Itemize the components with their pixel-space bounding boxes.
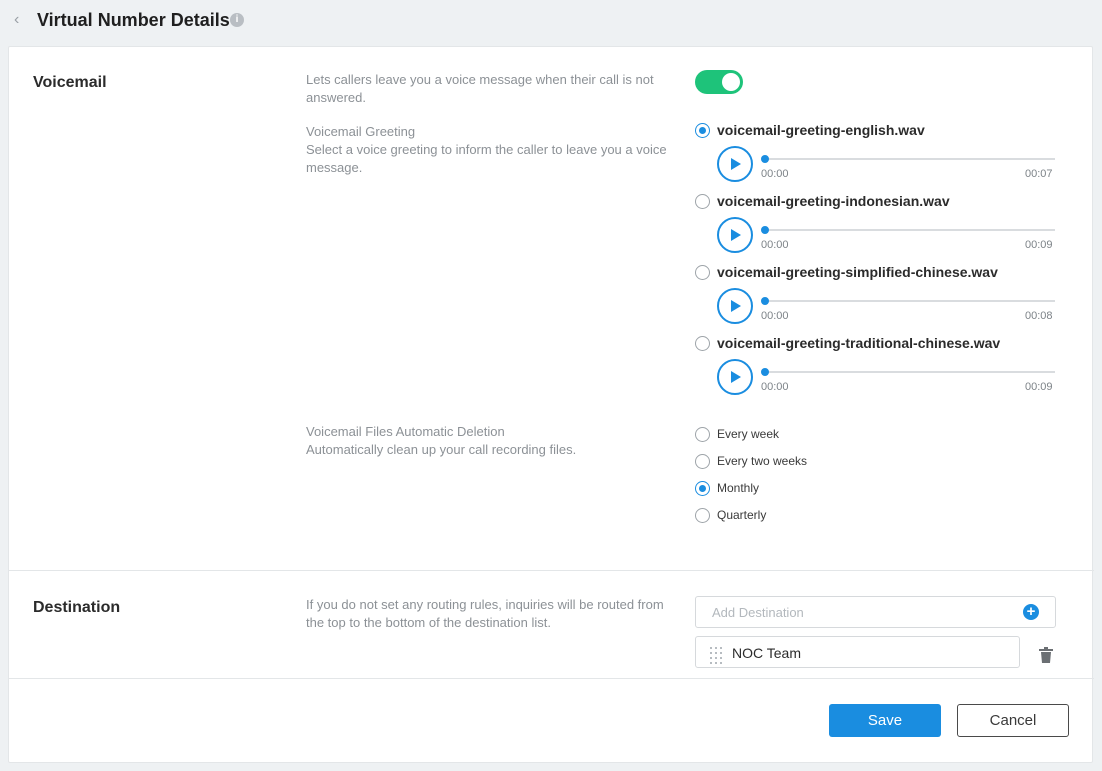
deletion-option-label[interactable]: Every week [717,426,779,442]
greeting-file-name: voicemail-greeting-indonesian.wav [717,193,950,209]
cancel-button[interactable]: Cancel [957,704,1069,737]
play-button[interactable] [717,359,753,395]
deletion-radio-monthly[interactable] [695,481,710,496]
audio-progress-track[interactable] [765,300,1055,302]
greeting-file-name: voicemail-greeting-english.wav [717,122,925,138]
voicemail-description: Lets callers leave you a voice message w… [306,72,654,105]
deletion-label: Voicemail Files Automatic Deletion [306,424,505,439]
greeting-file-name: voicemail-greeting-traditional-chinese.w… [717,335,1001,351]
add-destination-input[interactable]: Add Destination + [695,596,1056,628]
audio-progress-handle[interactable] [761,368,769,376]
deletion-description: Automatically clean up your call recordi… [306,442,577,457]
deletion-radio-every-week[interactable] [695,427,710,442]
deletion-radio-every-two-weeks[interactable] [695,454,710,469]
play-icon [731,371,741,383]
destination-item[interactable]: NOC Team [695,636,1020,668]
details-card: Voicemail Lets callers leave you a voice… [8,46,1094,763]
play-button[interactable] [717,217,753,253]
back-chevron-icon[interactable]: ‹ [14,10,28,30]
deletion-option-label[interactable]: Every two weeks [717,453,807,469]
play-button[interactable] [717,288,753,324]
greeting-radio-indonesian[interactable] [695,194,710,209]
footer-divider [9,678,1094,679]
voicemail-section-title: Voicemail [33,74,107,91]
play-icon [731,300,741,312]
audio-current-time: 00:00 [761,239,789,251]
page-title: Virtual Number Details [37,10,230,30]
audio-progress-handle[interactable] [761,226,769,234]
greeting-radio-simplified-chinese[interactable] [695,265,710,280]
audio-current-time: 00:00 [761,310,789,322]
audio-progress-track[interactable] [765,229,1055,231]
greeting-file-name: voicemail-greeting-simplified-chinese.wa… [717,264,998,280]
audio-progress-track[interactable] [765,158,1055,160]
greeting-radio-english[interactable] [695,123,710,138]
add-destination-placeholder: Add Destination [712,605,804,620]
deletion-radio-quarterly[interactable] [695,508,710,523]
audio-progress-handle[interactable] [761,155,769,163]
greeting-description: Select a voice greeting to inform the ca… [306,142,667,175]
audio-duration: 00:08 [1025,310,1053,322]
save-button[interactable]: Save [829,704,941,737]
audio-current-time: 00:00 [761,381,789,393]
play-button[interactable] [717,146,753,182]
delete-trash-icon[interactable] [1039,647,1053,663]
section-divider [9,570,1094,571]
deletion-option-label[interactable]: Monthly [717,480,759,496]
voicemail-toggle[interactable] [695,70,743,94]
audio-current-time: 00:00 [761,168,789,180]
audio-duration: 00:09 [1025,239,1053,251]
audio-duration: 00:09 [1025,381,1053,393]
destination-section-title: Destination [33,599,121,616]
greeting-radio-traditional-chinese[interactable] [695,336,710,351]
greeting-label: Voicemail Greeting [306,124,416,139]
audio-duration: 00:07 [1025,168,1053,180]
page-header: ‹ Virtual Number Details i [0,0,1102,40]
drag-handle-icon[interactable] [710,647,722,664]
add-destination-plus-icon[interactable]: + [1023,604,1039,620]
deletion-option-label[interactable]: Quarterly [717,507,766,523]
destination-description: If you do not set any routing rules, inq… [306,597,664,630]
play-icon [731,229,741,241]
toggle-knob [722,73,740,91]
audio-progress-handle[interactable] [761,297,769,305]
destination-name: NOC Team [732,645,801,661]
audio-progress-track[interactable] [765,371,1055,373]
info-icon[interactable]: i [230,13,244,27]
play-icon [731,158,741,170]
